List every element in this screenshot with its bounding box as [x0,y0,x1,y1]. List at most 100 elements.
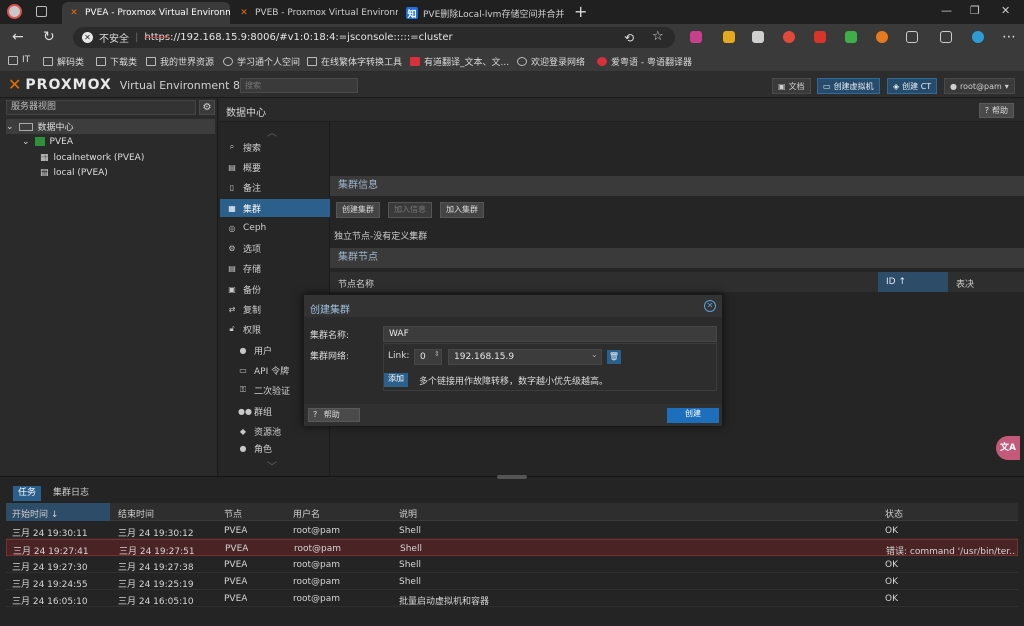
scroll-down-icon[interactable]: ﹀ [267,458,277,473]
table-row[interactable]: 三月 24 16:05:10 三月 24 16:05:10 PVEA root@… [6,590,1018,607]
gear-icon[interactable]: ⚙ [199,100,215,115]
close-window-icon[interactable]: ✕ [1001,4,1010,17]
create-vm-button[interactable]: ▭ 创建虚拟机 [817,78,880,94]
bookmark-download[interactable]: 下载类 [96,55,137,68]
bookmark-minecraft[interactable]: 我的世界资源 [146,55,214,68]
col-id[interactable]: ID ↑ [878,272,948,292]
panel-resize-handle[interactable] [497,475,527,479]
tab-pveb[interactable]: ✕ PVEB - Proxmox Virtual Environm ✕ [232,2,398,24]
extension-translate-icon[interactable] [690,31,702,43]
cluster-info-title: 集群信息 [330,176,1024,196]
scroll-up-icon[interactable]: ︿ [267,124,277,139]
address-bar-row: ← ↻ ✕ 不安全 | https://192.168.15.9:8006/#v… [0,24,1024,51]
delete-link-button[interactable]: 🗑︎ [607,350,621,364]
create-ct-button[interactable]: ◈ 创建 CT [887,78,938,94]
link-label: Link: [388,351,410,361]
col-votes[interactable]: 表决 [956,277,974,290]
tree-datacenter[interactable]: ⌄ 数据中心 [6,119,215,134]
tab-actions-icon[interactable] [36,6,47,17]
pve-search-input[interactable]: 搜索 [240,78,358,93]
tab-cluster-log[interactable]: 集群日志 [48,486,94,501]
minimize-icon[interactable]: — [941,4,952,17]
server-view-select[interactable]: 服务器视图 [6,100,196,115]
site-icon [223,57,233,66]
bookmark-decode[interactable]: 解码类 [43,55,84,68]
extension-mail-icon[interactable] [752,31,764,43]
bookmark-cantonese[interactable]: 爱粤语 - 粤语翻译器 [597,55,692,68]
node-icon [34,137,45,146]
back-icon[interactable]: ← [12,30,24,44]
tree-storage-localnetwork[interactable]: ▦ localnetwork (PVEA) [40,150,144,165]
col-status[interactable]: 状态 [885,507,903,520]
create-cluster-button[interactable]: 创建集群 [336,202,380,218]
menu-ceph[interactable]: ◎ Ceph [220,219,330,237]
expand-icon[interactable]: ⌄ [6,122,14,132]
site-icon [307,57,317,66]
bookmark-youdao[interactable]: 有道翻译_文本、文... [410,55,509,68]
col-description[interactable]: 说明 [399,507,417,520]
bookmark-xuexitong[interactable]: 学习通个人空间 [223,55,300,68]
extension-red-circle-icon[interactable] [783,31,795,43]
table-row-error[interactable]: 三月 24 19:27:41 三月 24 19:27:51 PVEA root@… [6,539,1018,557]
expand-icon[interactable]: ⌄ [22,137,30,147]
join-cluster-button[interactable]: 加入集群 [440,202,484,218]
bookmark-it[interactable]: IT [8,55,30,65]
col-node[interactable]: 节点 [224,507,242,520]
bookmark-traditional[interactable]: 在线繁体字转换工具 [307,55,402,68]
nodes-grid-header: 节点名称 ID ↑ 表决 [330,272,1024,292]
link-address-select[interactable]: 192.168.15.9 [448,349,602,365]
menu-search[interactable]: ⌕ 搜索 [220,138,330,156]
favorite-star-icon[interactable]: ☆ [652,30,664,44]
stepper-icon[interactable]: ⇕ [434,350,440,358]
menu-storage[interactable]: ▤ 存储 [220,259,330,277]
translate-page-icon[interactable]: ⟲ [624,31,634,45]
tab-tasks[interactable]: 任务 [13,486,42,501]
more-menu-icon[interactable]: ⋯ [1002,30,1016,44]
insecure-icon[interactable]: ✕ [82,32,93,43]
col-end-time[interactable]: 结束时间 [118,507,154,520]
reload-icon[interactable]: ↻ [43,30,55,44]
translate-float-button[interactable]: 文A [996,436,1020,460]
col-node-name[interactable]: 节点名称 [338,277,374,290]
menu-notes[interactable]: ▯ 备注 [220,178,330,196]
favorites-icon[interactable] [940,31,952,43]
dialog-help-button[interactable]: ? 帮助 [308,408,360,422]
extension-leaf-icon[interactable] [723,31,735,43]
tree-node-pvea[interactable]: ⌄ PVEA [22,134,73,149]
menu-summary[interactable]: ▤ 概要 [220,158,330,176]
tab-zhihu[interactable]: 知 PVE删除Local-lvm存储空间并合并 ✕ [400,2,566,24]
new-tab-button[interactable]: + [574,2,587,21]
help-button[interactable]: ? 帮助 [978,103,1014,118]
extension-bag-icon[interactable] [814,31,826,43]
col-user[interactable]: 用户名 [293,507,320,520]
bookmark-login[interactable]: 欢迎登录网络 [517,55,585,68]
url-field[interactable]: ✕ 不安全 | https://192.168.15.9:8006/#v1:0:… [73,27,675,48]
close-icon[interactable]: ✕ [704,300,716,312]
tab-title: PVEA - Proxmox Virtual Environm [85,8,230,18]
table-row[interactable]: 三月 24 19:24:55 三月 24 19:25:19 PVEA root@… [6,573,1018,590]
tab-pvea[interactable]: ✕ PVEA - Proxmox Virtual Environm ✕ [62,2,230,24]
cluster-name-input[interactable]: WAF [383,326,717,342]
extensions-puzzle-icon[interactable] [906,31,918,43]
chevron-down-icon[interactable]: ⌄ [591,350,598,359]
table-row[interactable]: 三月 24 19:27:30 三月 24 19:27:38 PVEA root@… [6,556,1018,573]
insecure-label[interactable]: 不安全 [99,30,129,45]
join-info-button[interactable]: 加入信息 [388,202,432,218]
add-link-button[interactable]: 添加 [384,373,408,387]
create-button[interactable]: 创建 [667,408,719,423]
maximize-icon[interactable]: ❐ [970,4,980,17]
profile-avatar[interactable] [7,4,22,19]
menu-options[interactable]: ⚙ 选项 [220,239,330,257]
table-row[interactable]: 三月 24 19:30:11 三月 24 19:30:12 PVEA root@… [6,522,1018,539]
tree-storage-local[interactable]: ▤ local (PVEA) [40,165,108,180]
extension-shield-icon[interactable] [845,31,857,43]
extension-orange-icon[interactable] [876,31,888,43]
edge-icon[interactable] [972,31,984,43]
url-text[interactable]: https://192.168.15.9:8006/#v1:0:18:4:=js… [144,32,452,43]
dialog-footer: ? 帮助 创建 [304,404,722,426]
docs-button[interactable]: ▣ 文档 [772,78,811,94]
col-start-time[interactable]: 开始时间 ↓ [12,507,58,520]
menu-roles[interactable]: ● 角色 [220,442,330,455]
menu-cluster[interactable]: ▦ 集群 [220,199,330,217]
user-menu-button[interactable]: ● root@pam ▾ [944,78,1015,94]
